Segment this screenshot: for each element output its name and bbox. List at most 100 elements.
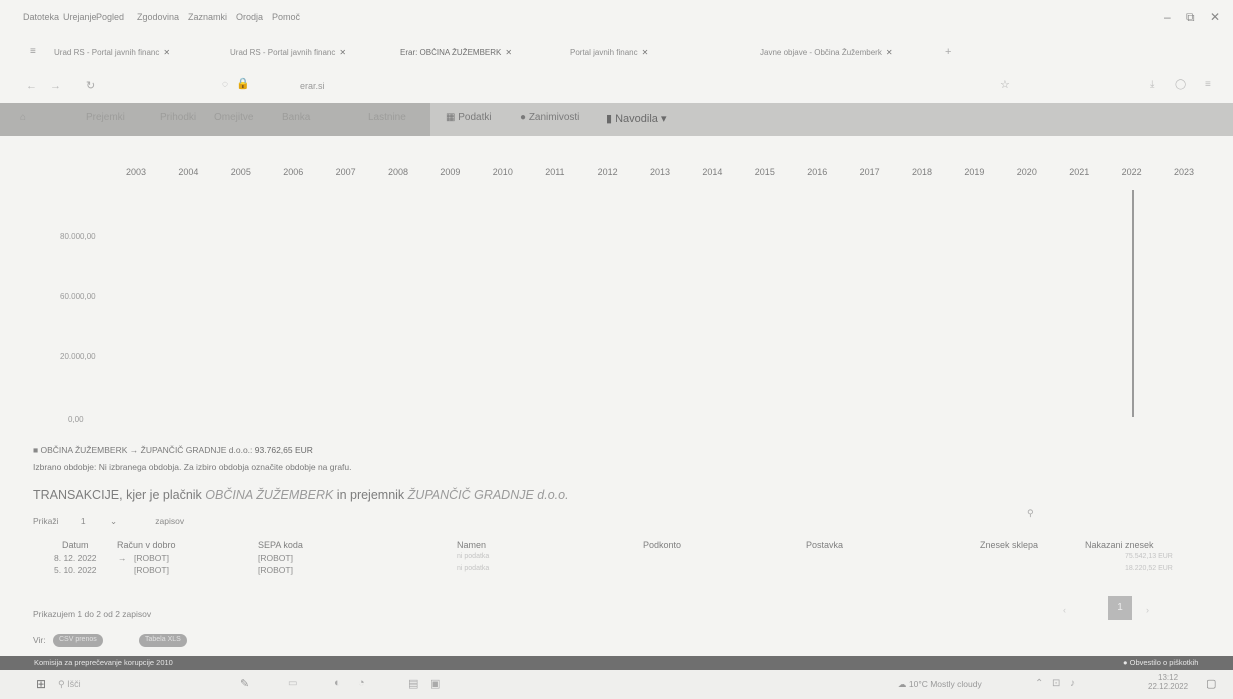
chrome-icon[interactable]: ◔ [358,677,365,689]
y-tick-label: 20.000,00 [60,352,96,361]
transactions-title: TRANSAKCIJE, kjer je plačnik OBČINA ŽUŽE… [33,488,569,502]
tab-title: Urad RS - Portal javnih financ [54,48,160,57]
menu-file[interactable]: Datoteka [23,12,59,22]
tab-list-icon[interactable]: ≡ [30,46,36,57]
page-length-control: Prikaži 1 ⌄ zapisov [33,516,184,527]
xls-export-button[interactable]: Tabela XLS [139,634,187,647]
clock[interactable]: 13:12 22.12.2022 [1148,673,1188,691]
tab-close-icon[interactable]: ✕ [642,48,649,57]
star-icon[interactable]: ☆ [1000,78,1010,91]
browser-tab[interactable]: Urad RS - Portal javnih financ ✕ [230,48,390,64]
site-nav-item[interactable]: Lastnine [368,112,406,123]
os-taskbar: ⊞ ⚲ Išči ✎ ▭ ◐ ◔ ▤ ▣ ☁ 10°C Mostly cloud… [0,670,1233,699]
next-page-icon[interactable]: › [1146,605,1149,615]
restore-icon[interactable]: ⧉ [1186,10,1195,25]
browser-tab[interactable]: Javne objave - Občina Žužemberk ✕ [760,48,930,64]
table-header: Datum Račun v dobro SEPA koda Namen Podk… [0,540,1233,554]
network-icon[interactable]: ⊡ [1052,678,1060,689]
menu-edit[interactable]: Urejanje [63,12,97,22]
menu-view[interactable]: Pogled [96,12,124,22]
reload-icon[interactable]: ↻ [86,79,95,92]
forward-icon[interactable]: → [50,80,61,92]
menu-bookmarks[interactable]: Zaznamki [188,12,227,22]
edge-icon[interactable]: ◐ [334,677,341,689]
download-icon[interactable]: ⤓ [1150,79,1154,90]
tab-close-icon[interactable]: ✕ [886,48,893,57]
arrow-icon: → [118,553,127,563]
tab-title: Portal javnih financ [570,48,638,57]
store-icon[interactable]: ▣ [430,677,440,690]
lock-icon[interactable]: 🔒 [236,77,250,90]
search-icon[interactable]: ⚲ [1027,508,1034,519]
site-nav-item-navodila[interactable]: ▮ Navodila ▾ [606,112,667,125]
column-header-date[interactable]: Datum [62,540,89,550]
cell-date: 8. 12. 2022 [54,553,97,563]
x-tick-label: 2009 [440,167,461,177]
column-header-paid-amount[interactable]: Nakazani znesek [1085,540,1154,550]
site-nav-item[interactable]: Prejemki [86,112,125,123]
x-tick-label: 2023 [1174,167,1195,177]
app-menu-icon[interactable]: ≡ [1205,79,1211,90]
title-text: in prejemnik [333,488,408,502]
cookie-notice-link[interactable]: ● Obvestilo o piškotkih [1123,658,1198,667]
page-length-suffix: zapisov [155,516,185,526]
csv-export-button[interactable]: CSV prenos [53,634,103,647]
table-row[interactable]: 8. 12. 2022 → [ROBOT] [ROBOT] ni podatka… [0,553,1233,565]
footer-copyright: Komisija za preprečevanje korupcije 2010 [34,658,173,667]
yearly-chart[interactable]: 2003 2004 2005 2006 2007 2008 2009 2010 2011 2012… [0,145,1233,435]
tray-chevron-icon[interactable]: ⌃ [1035,678,1043,689]
dot-icon: ● [1123,658,1130,667]
table-row[interactable]: 5. 10. 2022 [ROBOT] [ROBOT] ni podatka 1… [0,565,1233,577]
menu-help[interactable]: Pomoč [272,12,300,22]
menu-history[interactable]: Zgodovina [137,12,179,22]
address-input[interactable]: erar.si [300,81,325,91]
tab-close-icon[interactable]: ✕ [505,48,512,57]
task-view-icon[interactable]: ▭ [288,678,297,689]
site-nav-item[interactable]: Omejitve [214,112,253,123]
x-tick-label: 2014 [702,167,723,177]
chevron-down-icon: ⌄ [110,516,118,526]
x-tick-label: 2003 [126,167,147,177]
page-length-select[interactable]: 1 ⌄ [81,516,153,527]
column-header-purpose[interactable]: Namen [457,540,486,550]
column-header-sepa[interactable]: SEPA koda [258,540,303,550]
site-nav-item[interactable]: Prihodki [160,112,196,123]
menu-tools[interactable]: Orodja [236,12,263,22]
windows-start-icon[interactable]: ⊞ [36,677,46,691]
notifications-icon[interactable]: ▢ [1206,677,1216,690]
site-nav-item[interactable]: Banka [282,112,310,123]
close-icon[interactable]: ✕ [1210,10,1220,24]
chart-bar[interactable] [1131,190,1134,417]
taskbar-search[interactable]: ⚲ Išči [58,679,81,690]
minimize-icon[interactable]: – [1164,10,1171,24]
tab-close-icon[interactable]: ✕ [163,48,170,57]
weather-widget[interactable]: ☁ 10°C Mostly cloudy [898,679,982,690]
x-tick-label: 2007 [335,167,356,177]
new-tab-icon[interactable]: + [945,46,951,58]
clock-time: 13:12 [1158,673,1179,682]
column-header-decision-amount[interactable]: Znesek sklepa [980,540,1038,550]
file-explorer-icon[interactable]: ▤ [408,677,418,690]
account-icon[interactable]: ◯ [1175,79,1186,90]
tab-title: Erar: OBČINA ŽUŽEMBERK [400,48,502,57]
site-nav-label: Navodila [615,113,658,125]
column-header-item[interactable]: Postavka [806,540,843,550]
tab-close-icon[interactable]: ✕ [339,48,346,57]
clock-date: 22.12.2022 [1148,682,1189,691]
x-tick-label: 2011 [545,167,565,177]
browser-tab-active[interactable]: Erar: OBČINA ŽUŽEMBERK ✕ [400,48,550,64]
shield-icon[interactable]: ◌ [222,79,228,90]
browser-tab[interactable]: Portal javnih financ ✕ [570,48,745,64]
cell-purpose: ni podatka [457,553,490,560]
browser-tab[interactable]: Urad RS - Portal javnih financ ✕ [54,48,224,64]
previous-page-icon[interactable]: ‹ [1063,605,1066,615]
column-header-subaccount[interactable]: Podkonto [643,540,681,550]
site-nav-item-zanimivosti[interactable]: ● Zanimivosti [520,112,579,123]
back-icon[interactable]: ← [26,80,37,92]
site-nav-item-podatki[interactable]: ▦ Podatki [446,112,492,123]
weather-cloud-icon: ☁ [898,679,909,689]
site-nav-home-icon[interactable]: ⌂ [20,112,26,123]
column-header-account[interactable]: Račun v dobro [117,540,176,550]
pagination-page[interactable]: 1 [1108,596,1132,620]
volume-icon[interactable]: ♪ [1070,678,1075,689]
